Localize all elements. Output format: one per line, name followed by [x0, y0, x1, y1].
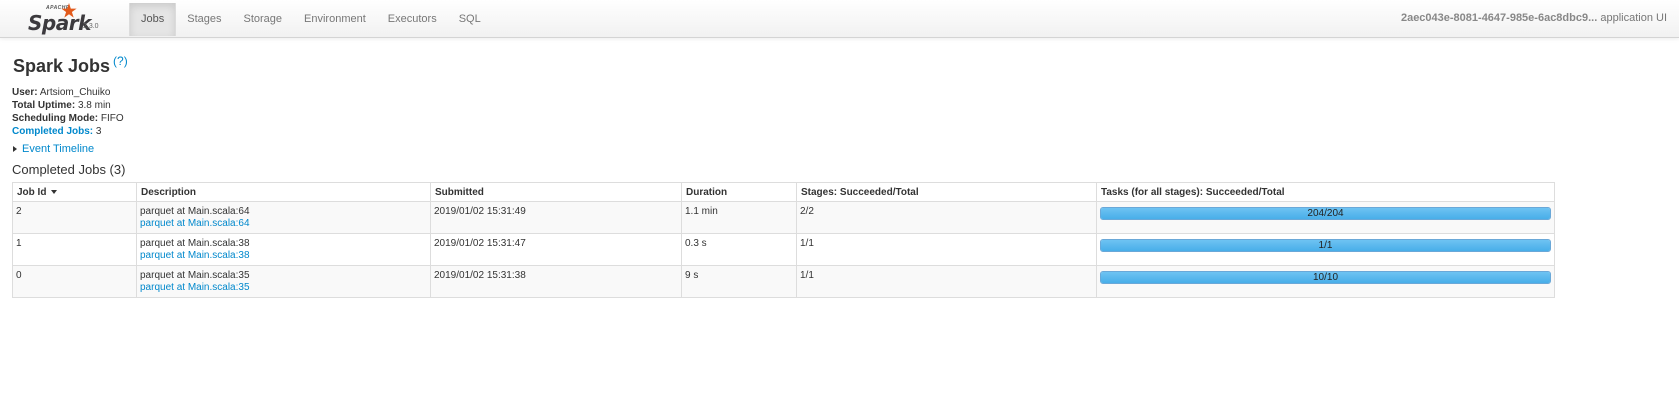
description-text: parquet at Main.scala:64 [140, 206, 250, 217]
summary-completed: Completed Jobs: 3 [12, 125, 124, 138]
column-header-job-id[interactable]: Job Id [12, 182, 137, 202]
cell-job-id: 2 [12, 201, 137, 234]
summary-scheduling: Scheduling Mode: FIFO [12, 112, 124, 125]
summary-scheduling-value: FIFO [100, 113, 124, 124]
event-timeline-label: Event Timeline [22, 143, 95, 155]
brand-version: 2.3.0 [83, 23, 99, 30]
description-text: parquet at Main.scala:38 [140, 238, 250, 249]
tab-stages[interactable]: Stages [176, 3, 232, 36]
tab-storage[interactable]: Storage [233, 3, 294, 36]
expand-arrow-icon [13, 146, 17, 152]
cell-submitted: 2019/01/02 15:31:49 [430, 201, 682, 234]
cell-duration: 9 s [681, 265, 797, 298]
cell-stages: 2/2 [796, 201, 1097, 234]
summary-user: User: Artsiom_Chuiko [12, 86, 124, 99]
tab-jobs[interactable]: Jobs [129, 3, 177, 36]
cell-duration: 1.1 min [681, 201, 797, 234]
summary-scheduling-label: Scheduling Mode: [12, 113, 99, 124]
column-header-description[interactable]: Description [136, 182, 431, 202]
description-text: parquet at Main.scala:35 [140, 270, 250, 281]
event-timeline-toggle[interactable]: Event Timeline [13, 143, 94, 155]
table-header-row: Job Id Description Submitted Duration St… [12, 182, 1555, 202]
column-header-duration[interactable]: Duration [681, 182, 797, 202]
cell-stages: 1/1 [796, 233, 1097, 266]
cell-job-id: 0 [12, 265, 137, 298]
task-progress-label: 10/10 [1312, 272, 1339, 283]
summary-uptime: Total Uptime: 3.8 min [12, 99, 124, 112]
cell-submitted: 2019/01/02 15:31:47 [430, 233, 682, 266]
application-suffix: application UI [1600, 12, 1667, 24]
cell-tasks: 10/10 [1096, 265, 1555, 298]
spark-logo[interactable]: APACHE Spark 2.3.0 [26, 3, 116, 35]
table-row: 1 parquet at Main.scala:38 parquet at Ma… [12, 233, 1555, 266]
summary-user-label: User: [12, 87, 38, 98]
summary-uptime-label: Total Uptime: [12, 100, 76, 111]
cell-duration: 0.3 s [681, 233, 797, 266]
brand-name: Spark [28, 11, 91, 35]
summary-list: User: Artsiom_Chuiko Total Uptime: 3.8 m… [12, 86, 124, 138]
job-detail-link[interactable]: parquet at Main.scala:64 [140, 218, 427, 230]
table-row: 0 parquet at Main.scala:35 parquet at Ma… [12, 265, 1555, 298]
task-progress-label: 1/1 [1318, 240, 1333, 251]
page-title-text: Spark Jobs [13, 56, 111, 76]
task-progress-bar: 204/204 [1100, 207, 1551, 220]
main-nav: Jobs Stages Storage Environment Executor… [129, 3, 492, 36]
spark-star-icon [61, 3, 77, 18]
cell-submitted: 2019/01/02 15:31:38 [430, 265, 682, 298]
cell-description: parquet at Main.scala:64 parquet at Main… [136, 201, 431, 234]
summary-completed-value: 3 [95, 126, 102, 137]
application-title: 2aec043e-8081-4647-985e-6ac8dbc9... appl… [1401, 12, 1667, 24]
application-id: 2aec043e-8081-4647-985e-6ac8dbc9... [1400, 12, 1598, 24]
task-progress-bar: 1/1 [1100, 239, 1551, 252]
completed-jobs-link[interactable]: Completed Jobs: [12, 126, 93, 137]
task-progress-bar: 10/10 [1100, 271, 1551, 284]
column-header-stages[interactable]: Stages: Succeeded/Total [796, 182, 1097, 202]
job-detail-link[interactable]: parquet at Main.scala:35 [140, 282, 427, 294]
cell-stages: 1/1 [796, 265, 1097, 298]
help-link[interactable]: (?) [113, 54, 128, 68]
completed-jobs-heading[interactable]: Completed Jobs (3) [12, 162, 125, 177]
tab-sql[interactable]: SQL [448, 3, 492, 36]
summary-user-value: Artsiom_Chuiko [39, 87, 111, 98]
cell-job-id: 1 [12, 233, 137, 266]
tab-environment[interactable]: Environment [293, 3, 377, 36]
tab-executors[interactable]: Executors [377, 3, 448, 36]
page-title: Spark Jobs (?) [13, 54, 128, 77]
navbar: APACHE Spark 2.3.0 Jobs Stages Storage E… [0, 0, 1679, 38]
completed-jobs-table: Job Id Description Submitted Duration St… [12, 182, 1555, 298]
column-header-tasks[interactable]: Tasks (for all stages): Succeeded/Total [1096, 182, 1555, 202]
table-row: 2 parquet at Main.scala:64 parquet at Ma… [12, 201, 1555, 234]
cell-description: parquet at Main.scala:38 parquet at Main… [136, 233, 431, 266]
cell-tasks: 204/204 [1096, 201, 1555, 234]
sort-desc-icon [51, 189, 58, 194]
task-progress-label: 204/204 [1307, 208, 1344, 219]
job-detail-link[interactable]: parquet at Main.scala:38 [140, 250, 427, 262]
cell-tasks: 1/1 [1096, 233, 1555, 266]
summary-uptime-value: 3.8 min [77, 100, 111, 111]
cell-description: parquet at Main.scala:35 parquet at Main… [136, 265, 431, 298]
column-header-submitted[interactable]: Submitted [430, 182, 682, 202]
